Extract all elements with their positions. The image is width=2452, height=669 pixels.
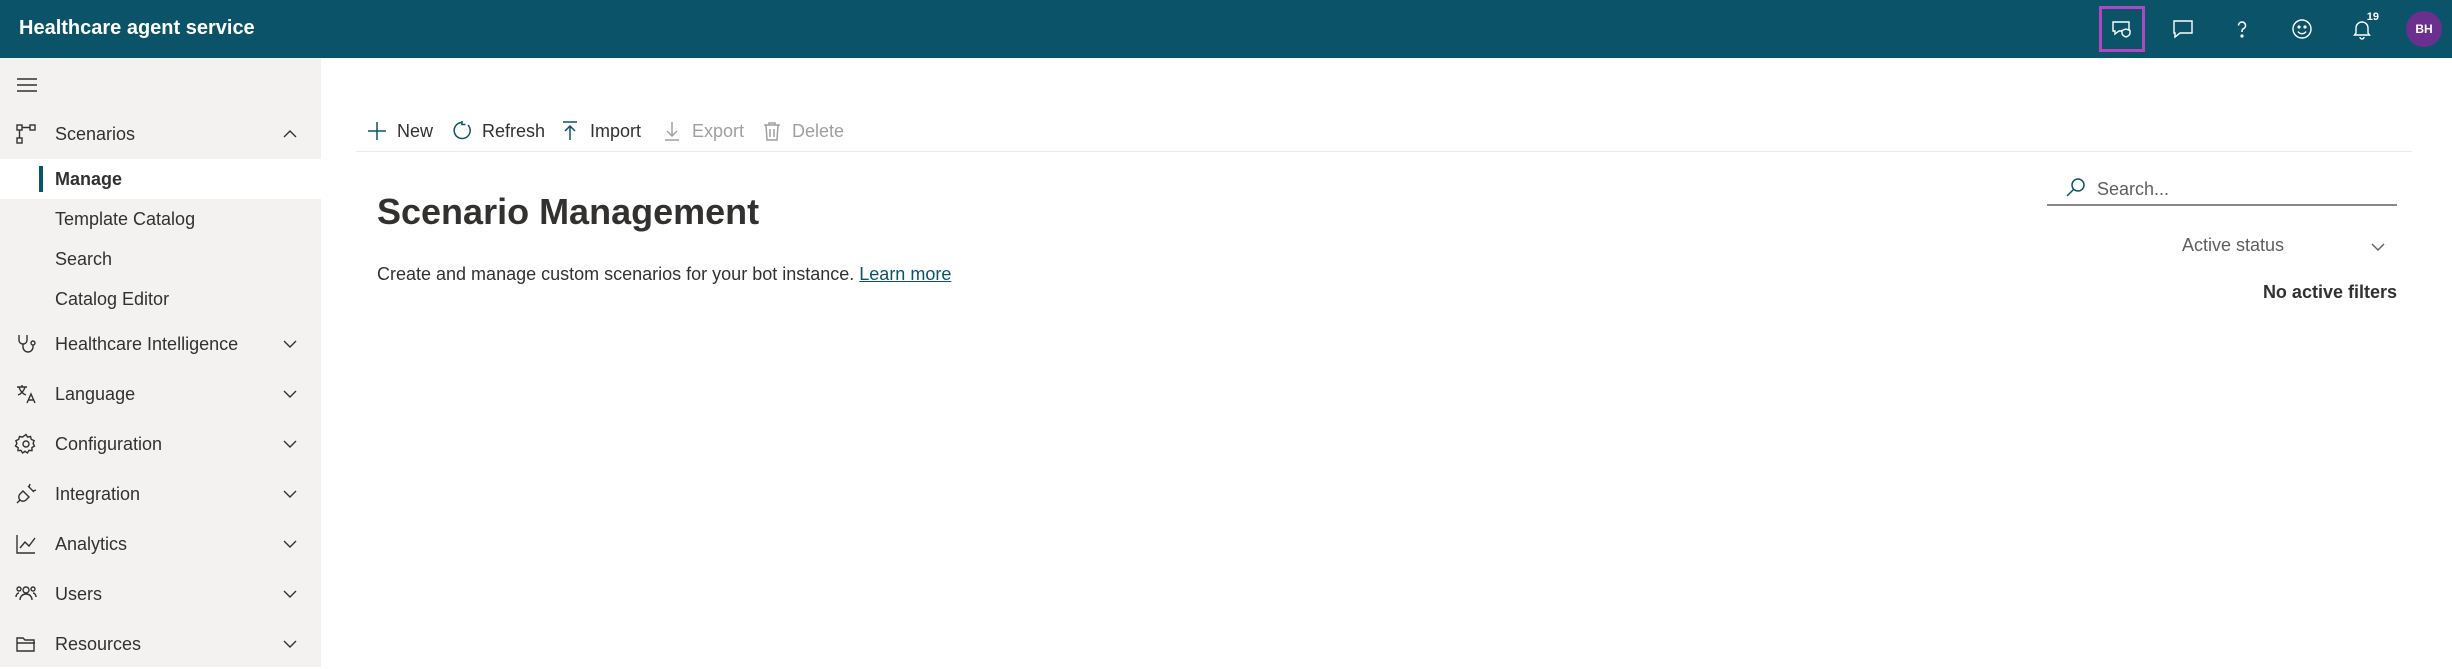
hamburger-menu-icon[interactable] bbox=[14, 72, 40, 98]
sidebar-item-label: Users bbox=[55, 584, 103, 604]
delete-button[interactable]: Delete bbox=[761, 111, 844, 151]
sidebar-item-integration[interactable]: Integration bbox=[0, 469, 321, 519]
sidebar-item-healthcare-intelligence[interactable]: Healthcare Intelligence bbox=[0, 319, 321, 369]
import-button[interactable]: Import bbox=[559, 111, 641, 151]
search-icon bbox=[2066, 178, 2085, 197]
sidebar-item-analytics[interactable]: Analytics bbox=[0, 519, 321, 569]
sidebar-subitem-label: Search bbox=[55, 249, 113, 269]
bell-icon[interactable]: 19 bbox=[2339, 6, 2385, 52]
avatar[interactable]: BH bbox=[2406, 11, 2442, 47]
language-icon bbox=[17, 385, 36, 404]
sidebar-item-label: Resources bbox=[55, 634, 142, 654]
page-description: Create and manage custom scenarios for y… bbox=[377, 262, 951, 286]
chevron-down-icon bbox=[283, 490, 297, 498]
new-button-label: New bbox=[397, 120, 434, 141]
notification-badge: 19 bbox=[2366, 11, 2379, 23]
app-title[interactable]: Healthcare agent service bbox=[19, 14, 255, 42]
sidebar-item-users[interactable]: Users bbox=[0, 569, 321, 619]
export-button-label: Export bbox=[692, 120, 745, 141]
refresh-button[interactable]: Refresh bbox=[451, 111, 545, 151]
filter-status-text: No active filters bbox=[2262, 282, 2397, 302]
stethoscope-icon bbox=[18, 335, 36, 353]
chevron-down-icon bbox=[283, 340, 297, 348]
refresh-icon bbox=[453, 121, 471, 140]
sidebar-subitem-search[interactable]: Search bbox=[0, 239, 321, 279]
chevron-up-icon bbox=[283, 130, 297, 138]
command-bar: New Refresh Import Export Delete bbox=[356, 105, 2412, 152]
learn-more-link[interactable]: Learn more bbox=[859, 264, 951, 284]
sidebar-item-label: Language bbox=[55, 384, 136, 404]
sidebar-subitem-template-catalog[interactable]: Template Catalog bbox=[0, 199, 321, 239]
chevron-down-icon bbox=[283, 590, 297, 598]
sidebar-item-configuration[interactable]: Configuration bbox=[0, 419, 321, 469]
sidebar-item-resources[interactable]: Resources bbox=[0, 619, 321, 669]
help-icon[interactable] bbox=[2219, 6, 2265, 52]
delete-button-label: Delete bbox=[792, 120, 845, 141]
feedback-shield-icon[interactable] bbox=[2099, 6, 2145, 52]
chevron-down-icon bbox=[283, 640, 297, 648]
dropdown-label: Active status bbox=[2182, 235, 2285, 255]
refresh-button-label: Refresh bbox=[482, 120, 546, 141]
sidebar-item-label: Configuration bbox=[55, 434, 163, 454]
chevron-down-icon bbox=[283, 540, 297, 548]
sidebar-item-scenarios[interactable]: Scenarios bbox=[0, 109, 321, 159]
import-button-label: Import bbox=[590, 120, 642, 141]
new-button[interactable]: New bbox=[366, 111, 433, 151]
chevron-down-icon bbox=[283, 390, 297, 398]
import-icon bbox=[563, 121, 577, 140]
sidebar-subitem-manage[interactable]: Manage bbox=[0, 159, 321, 199]
folder-icon bbox=[16, 637, 35, 652]
description-text: Create and manage custom scenarios for y… bbox=[377, 264, 855, 284]
page-title: Scenario Management bbox=[377, 191, 760, 232]
sidebar: Scenarios Manage Template Catalog Search… bbox=[0, 58, 321, 667]
active-status-dropdown[interactable]: Active status bbox=[2168, 232, 2396, 262]
plus-icon bbox=[368, 122, 386, 140]
plug-icon bbox=[16, 483, 37, 504]
chevron-down-icon bbox=[2371, 243, 2385, 251]
sidebar-item-label: Scenarios bbox=[55, 124, 136, 144]
export-button[interactable]: Export bbox=[661, 111, 744, 151]
sidebar-item-language[interactable]: Language bbox=[0, 369, 321, 419]
chart-icon bbox=[16, 535, 36, 554]
chat-icon[interactable] bbox=[2160, 6, 2206, 52]
search-input[interactable] bbox=[2095, 174, 2389, 204]
sidebar-item-label: Integration bbox=[55, 484, 141, 504]
gear-icon bbox=[14, 433, 36, 455]
trash-icon bbox=[764, 122, 780, 141]
sidebar-subitem-catalog-editor[interactable]: Catalog Editor bbox=[0, 279, 321, 319]
sidebar-subitem-label: Catalog Editor bbox=[55, 289, 170, 309]
export-icon bbox=[665, 122, 679, 141]
sidebar-item-label: Analytics bbox=[55, 534, 128, 554]
sidebar-subitem-label: Manage bbox=[55, 169, 123, 189]
flow-icon bbox=[16, 124, 36, 144]
chevron-down-icon bbox=[283, 440, 297, 448]
top-bar: Healthcare agent service 19 BH bbox=[0, 0, 2452, 58]
users-icon bbox=[15, 586, 37, 601]
search-box bbox=[2047, 172, 2397, 206]
smiley-icon[interactable] bbox=[2279, 6, 2325, 52]
sidebar-item-label: Healthcare Intelligence bbox=[55, 334, 239, 354]
sidebar-subitem-label: Template Catalog bbox=[55, 209, 196, 229]
